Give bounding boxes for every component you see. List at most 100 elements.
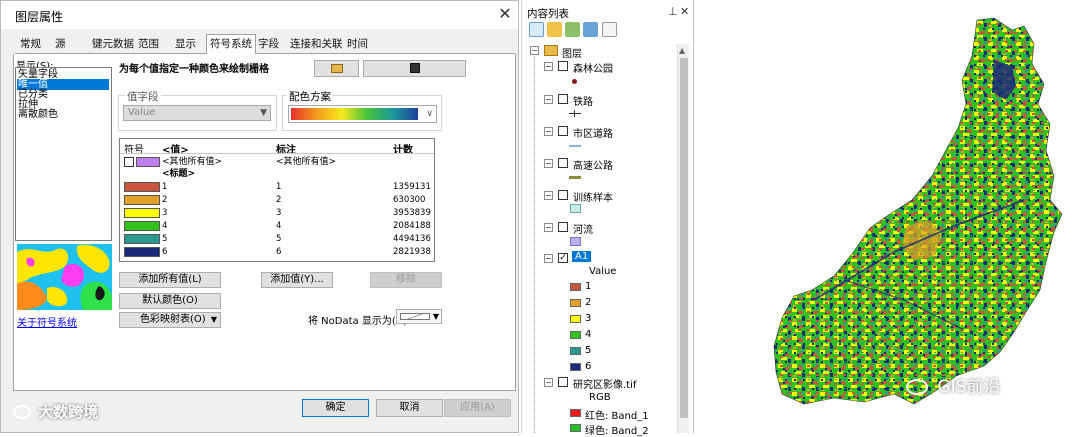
other-values-swatch[interactable] [136,157,160,167]
list-by-visibility-icon[interactable] [565,22,580,37]
color-scheme-select[interactable]: ∨ [288,105,437,123]
a1-class-label: 3 [585,313,592,324]
a1-class-5-swatch[interactable] [570,347,581,355]
tab-symbology[interactable]: 符号系统 [206,34,256,55]
add-values-button[interactable]: 添加值(Y)... [261,272,333,288]
scrollbar-thumb[interactable] [680,58,688,418]
collapse-icon[interactable]: − [544,62,553,71]
ok-button[interactable]: 确定 [302,399,369,417]
layer-name[interactable]: 高速公路 [573,157,613,172]
tree-guide [534,54,535,433]
table-row-other[interactable]: <其他所有值> <其他所有值> [120,156,434,168]
layer-visibility-checkbox[interactable] [558,94,568,104]
tab-joins-relates[interactable]: 连接和关联 [287,37,346,54]
tab-display[interactable]: 显示 [172,37,199,54]
open-layer-file-button[interactable] [314,60,359,77]
layer-visibility-checkbox[interactable] [558,190,568,200]
collapse-icon[interactable]: − [544,191,553,200]
table-row[interactable]: 6 6 2821938 [120,246,434,258]
about-symbology-link[interactable]: 关于符号系统 [17,314,77,329]
layer-name[interactable]: 河流 [573,221,593,236]
watermark-left: 大数跨境 [13,401,98,422]
class-4-swatch[interactable] [124,221,160,231]
watermark-left-text: 大数跨境 [38,403,99,421]
scroll-up-icon[interactable]: ▲ [679,46,685,55]
layer-name-selected[interactable]: A1 [572,251,592,262]
symbology-preview-image [17,244,112,310]
watermark-right-text: GIS前沿 [937,377,1001,397]
default-colors-button[interactable]: 默认颜色(O) [119,293,221,309]
label-cell: 6 [276,247,282,257]
class-3-swatch[interactable] [124,208,160,218]
collapse-icon[interactable]: − [544,378,553,387]
list-by-drawing-order-icon[interactable] [529,22,544,37]
colormap-button[interactable]: 色彩映射表(O) ▼ [119,312,221,328]
map-view[interactable]: GIS前沿 [693,0,1080,433]
nodata-color-picker[interactable]: ▼ [396,309,442,324]
a1-class-4-swatch[interactable] [570,331,581,339]
layers-root-label[interactable]: 图层 [562,45,582,60]
collapse-icon[interactable]: − [544,223,553,232]
tab-general[interactable]: 常规 [17,37,44,54]
a1-class-1-swatch[interactable] [570,283,581,291]
a1-class-2-swatch[interactable] [570,299,581,307]
other-values-checkbox[interactable] [124,157,134,167]
tab-extent[interactable]: 范围 [135,37,162,54]
list-item[interactable]: 离散颜色 [18,109,58,120]
layer-visibility-checkbox[interactable] [558,158,568,168]
tab-time[interactable]: 时间 [344,37,371,54]
class-2-swatch[interactable] [124,195,160,205]
save-layer-file-button[interactable] [363,60,466,77]
layer-visibility-checkbox[interactable] [558,222,568,232]
list-by-selection-icon[interactable] [583,22,598,37]
layer-name[interactable]: 训练样本 [573,189,613,204]
count-cell: 3953839 [393,208,431,218]
remove-button[interactable]: 移除 [370,272,442,288]
apply-button[interactable]: 应用(A) [444,399,511,417]
unique-values-table[interactable]: 符号 <值> 标注 计数 <其他所有值> <其他所有值> <标题> 1 1 13… [119,138,435,262]
layer-name[interactable]: 研究区影像.tif [573,376,636,391]
a1-class-3-swatch[interactable] [570,315,581,323]
collapse-icon[interactable]: − [530,46,539,55]
tab-fields[interactable]: 字段 [255,37,282,54]
urban-road-line-symbol [569,145,581,147]
table-row[interactable]: 1 1 1359131 [120,181,434,193]
toc-scrollbar[interactable]: ▲ [677,44,689,433]
layer-name[interactable]: 市区道路 [573,125,613,140]
class-1-swatch[interactable] [124,182,160,192]
class-6-swatch[interactable] [124,247,160,257]
cancel-button[interactable]: 取消 [376,399,443,417]
close-icon[interactable]: ✕ [496,4,514,24]
layer-name[interactable]: 铁路 [573,93,593,108]
table-row[interactable]: 5 5 4494136 [120,233,434,245]
symbology-heading: 为每个值指定一种颜色来绘制栅格 [119,64,269,75]
close-icon[interactable]: ✕ [680,5,689,18]
table-row[interactable]: 2 2 630300 [120,194,434,206]
a1-class-6-swatch[interactable] [570,363,581,371]
tab-key-metadata[interactable]: 键元数据 [89,37,137,54]
collapse-icon[interactable]: − [544,254,553,263]
show-list[interactable]: 矢量字段 唯一值 已分类 拉伸 离散颜色 [15,67,112,241]
band-red-swatch [570,409,581,417]
collapse-icon[interactable]: − [544,127,553,136]
layer-visibility-checkbox-checked[interactable]: ✓ [558,253,568,263]
list-by-source-icon[interactable] [547,22,562,37]
railway-tick-symbol [574,110,575,117]
collapse-icon[interactable]: − [544,95,553,104]
layer-name[interactable]: 森林公园 [573,60,613,75]
table-row-heading[interactable]: <标题> [120,168,434,180]
add-all-values-button[interactable]: 添加所有值(L) [119,272,221,288]
value-field-value: Value [128,107,156,118]
collapse-icon[interactable]: − [544,159,553,168]
table-row[interactable]: 3 3 3953839 [120,207,434,219]
value-field-select[interactable]: Value ▼ [123,105,271,121]
pin-icon[interactable]: ⊥ [668,5,678,18]
table-row[interactable]: 4 4 2084188 [120,220,434,232]
layer-visibility-checkbox[interactable] [558,377,568,387]
tab-source[interactable]: 源 [52,37,69,54]
layer-visibility-checkbox[interactable] [558,126,568,136]
class-5-swatch[interactable] [124,234,160,244]
options-icon[interactable] [602,22,617,37]
layer-visibility-checkbox[interactable] [558,61,568,71]
highway-line-symbol [569,176,581,179]
